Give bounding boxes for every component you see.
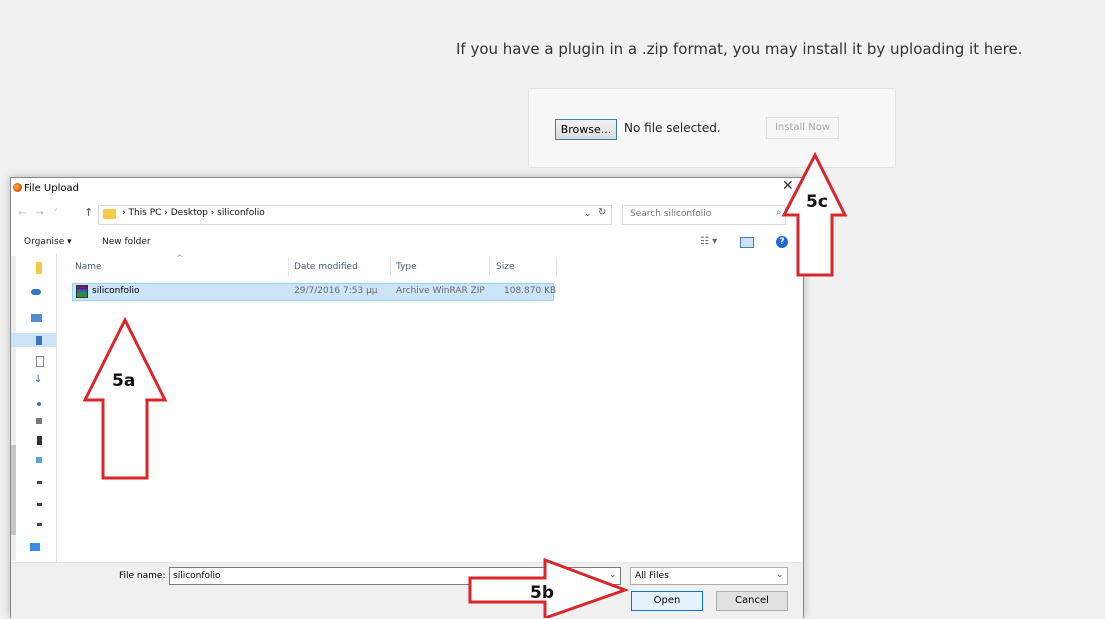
file-type: Archive WinRAR ZIP — [396, 286, 485, 296]
column-separator[interactable] — [556, 258, 557, 276]
preview-pane-icon[interactable] — [740, 237, 754, 248]
windows-drive-icon[interactable] — [36, 457, 42, 463]
drive-icon-3[interactable] — [37, 523, 42, 526]
quick-access-folder-icon[interactable] — [36, 262, 42, 274]
search-icon[interactable]: ⌕ — [776, 207, 782, 218]
file-date: 29/7/2016 7:53 μμ — [294, 286, 378, 296]
browse-button[interactable]: Browse... — [555, 119, 617, 140]
this-pc-icon[interactable] — [31, 314, 42, 322]
dialog-title: File Upload — [24, 183, 79, 194]
network-icon[interactable] — [30, 543, 40, 551]
help-icon[interactable]: ? — [776, 236, 788, 248]
file-name-label: File name: — [119, 571, 166, 581]
file-name: siliconfolio — [92, 286, 140, 296]
no-file-selected-text: No file selected. — [624, 121, 721, 135]
chevron-down-icon[interactable]: ⌄ — [776, 570, 784, 580]
videos-icon[interactable] — [37, 436, 42, 445]
new-folder-button[interactable]: New folder — [102, 237, 151, 247]
column-name[interactable]: Name — [75, 262, 102, 272]
nav-scrollbar-thumb[interactable] — [11, 445, 16, 535]
back-forward-icons[interactable]: ← → ˅ — [18, 208, 61, 219]
documents-icon[interactable] — [36, 356, 44, 367]
sort-indicator-icon: ^ — [176, 254, 184, 264]
column-date-modified[interactable]: Date modified — [294, 262, 358, 272]
file-name-dropdown-icon[interactable]: ⌄ — [609, 570, 617, 580]
file-size: 108.870 KB — [504, 286, 557, 296]
open-button[interactable]: Open — [631, 591, 703, 611]
column-size[interactable]: Size — [496, 262, 514, 272]
refresh-icon[interactable]: ↻ — [598, 207, 606, 218]
search-placeholder: Search siliconfolio — [630, 209, 712, 219]
onedrive-icon[interactable] — [31, 289, 41, 295]
up-arrow-icon[interactable]: ↑ — [84, 206, 93, 219]
chevron-down-icon[interactable]: ⌄ — [584, 209, 592, 219]
music-icon[interactable] — [37, 402, 41, 406]
desktop-icon[interactable] — [36, 336, 42, 345]
close-icon[interactable]: ✕ — [782, 178, 794, 194]
downloads-icon[interactable]: ↓ — [34, 374, 42, 385]
nav-selected-item[interactable] — [11, 333, 56, 347]
column-type[interactable]: Type — [396, 262, 417, 272]
organise-menu[interactable]: Organise ▾ — [24, 237, 72, 247]
folder-icon — [103, 209, 116, 219]
winrar-archive-icon — [76, 285, 88, 298]
column-separator[interactable] — [390, 258, 391, 276]
breadcrumb[interactable]: › This PC › Desktop › siliconfolio — [122, 208, 265, 218]
view-options-icon[interactable]: ☷ ▾ — [700, 236, 717, 247]
cancel-button[interactable]: Cancel — [716, 591, 788, 611]
column-separator[interactable] — [288, 258, 289, 276]
file-type-filter-select[interactable]: All Files — [630, 567, 788, 585]
navigation-pane — [11, 254, 57, 562]
upload-instructions: If you have a plugin in a .zip format, y… — [456, 40, 1023, 58]
file-name-field[interactable]: siliconfolio — [169, 567, 621, 585]
drive-icon[interactable] — [37, 481, 42, 484]
column-separator[interactable] — [489, 258, 490, 276]
firefox-icon — [13, 183, 22, 192]
pictures-icon[interactable] — [36, 418, 42, 424]
install-now-button[interactable]: Install Now — [766, 117, 839, 139]
drive-icon-2[interactable] — [37, 503, 42, 506]
